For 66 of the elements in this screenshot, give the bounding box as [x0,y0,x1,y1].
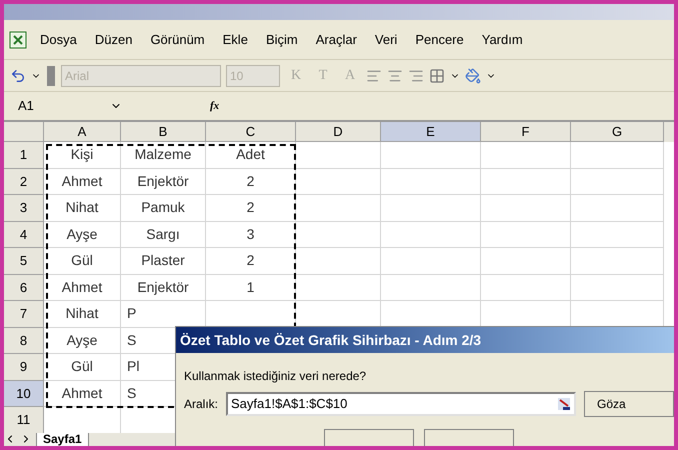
table-cell: Malzeme [121,142,206,168]
column-header[interactable]: C [206,122,296,142]
column-header[interactable]: D [296,122,381,142]
table-cell: Ahmet [44,380,121,407]
menu-item[interactable]: Görünüm [144,30,211,50]
name-box[interactable]: A1 [12,96,102,116]
row-header[interactable]: 6 [4,274,44,301]
table-cell: Ahmet [44,168,121,195]
align-right-icon[interactable] [408,68,424,84]
menu-item[interactable]: Düzen [88,30,138,50]
undo-icon[interactable] [10,68,26,84]
row-header[interactable]: 11 [4,407,44,434]
dialog-button[interactable] [324,429,414,446]
table-cell: 2 [206,195,296,222]
align-center-icon[interactable] [387,68,403,84]
menu-item[interactable]: Yardım [476,30,529,50]
row-header[interactable]: 10 [4,380,44,407]
table-cell: 2 [206,168,296,195]
table-cell: Ayşe [44,328,121,354]
dialog-title: Özet Tablo ve Özet Grafik Sihirbazı - Adım 2/3 [176,327,674,353]
menu-item[interactable]: Araçlar [310,30,363,50]
table-cell: Gül [44,354,121,380]
menu-item[interactable]: Veri [368,30,404,50]
formula-icon[interactable]: fx [210,98,220,114]
row-header[interactable]: 1 [4,142,44,168]
menu-item[interactable]: Biçim [260,30,304,50]
sheet-tab[interactable]: Sayfa1 [36,433,89,446]
align-left-icon[interactable] [366,68,382,84]
column-header[interactable]: A [44,122,121,142]
menu-item[interactable]: Pencere [409,30,470,50]
table-cell: Pamuk [121,195,206,222]
row-header[interactable]: 8 [4,328,44,354]
table-cell: Ayşe [44,222,121,248]
table-cell: 3 [206,222,296,248]
table-cell: Enjektör [121,168,206,195]
table-cell: Adet [206,142,296,168]
table-cell: Plaster [121,248,206,274]
row-header[interactable]: 2 [4,168,44,195]
table-cell: Gül [44,248,121,274]
column-header[interactable]: G [571,122,664,142]
row-header[interactable]: 9 [4,354,44,380]
menu-item[interactable]: Dosya [34,30,83,50]
table-cell: Ahmet [44,274,121,301]
fill-color-icon[interactable] [465,68,481,84]
borders-icon[interactable] [429,68,445,84]
table-cell: Nihat [44,301,121,328]
range-field[interactable]: Sayfa1!$A$1:$C$10 [226,392,576,416]
row-header[interactable]: 5 [4,248,44,274]
table-cell: Nihat [44,195,121,222]
row-header[interactable]: 7 [4,301,44,328]
toolbar-options-icon[interactable] [46,64,56,86]
dialog-button[interactable] [424,429,514,446]
column-header[interactable]: B [121,122,206,142]
menu-item[interactable]: Ekle [216,30,254,50]
table-cell: Sargı [121,222,206,248]
browse-button[interactable]: Göza [584,391,674,417]
column-header[interactable]: F [481,122,571,142]
table-cell: Enjektör [121,274,206,301]
column-header[interactable]: E [381,122,481,142]
collapse-dialog-icon[interactable] [557,397,572,411]
table-cell: Kişi [44,142,121,168]
row-header[interactable]: 3 [4,195,44,222]
table-cell: 2 [206,248,296,274]
row-header[interactable]: 4 [4,222,44,248]
spreadsheet-icon [8,30,28,50]
table-cell: 1 [206,274,296,301]
